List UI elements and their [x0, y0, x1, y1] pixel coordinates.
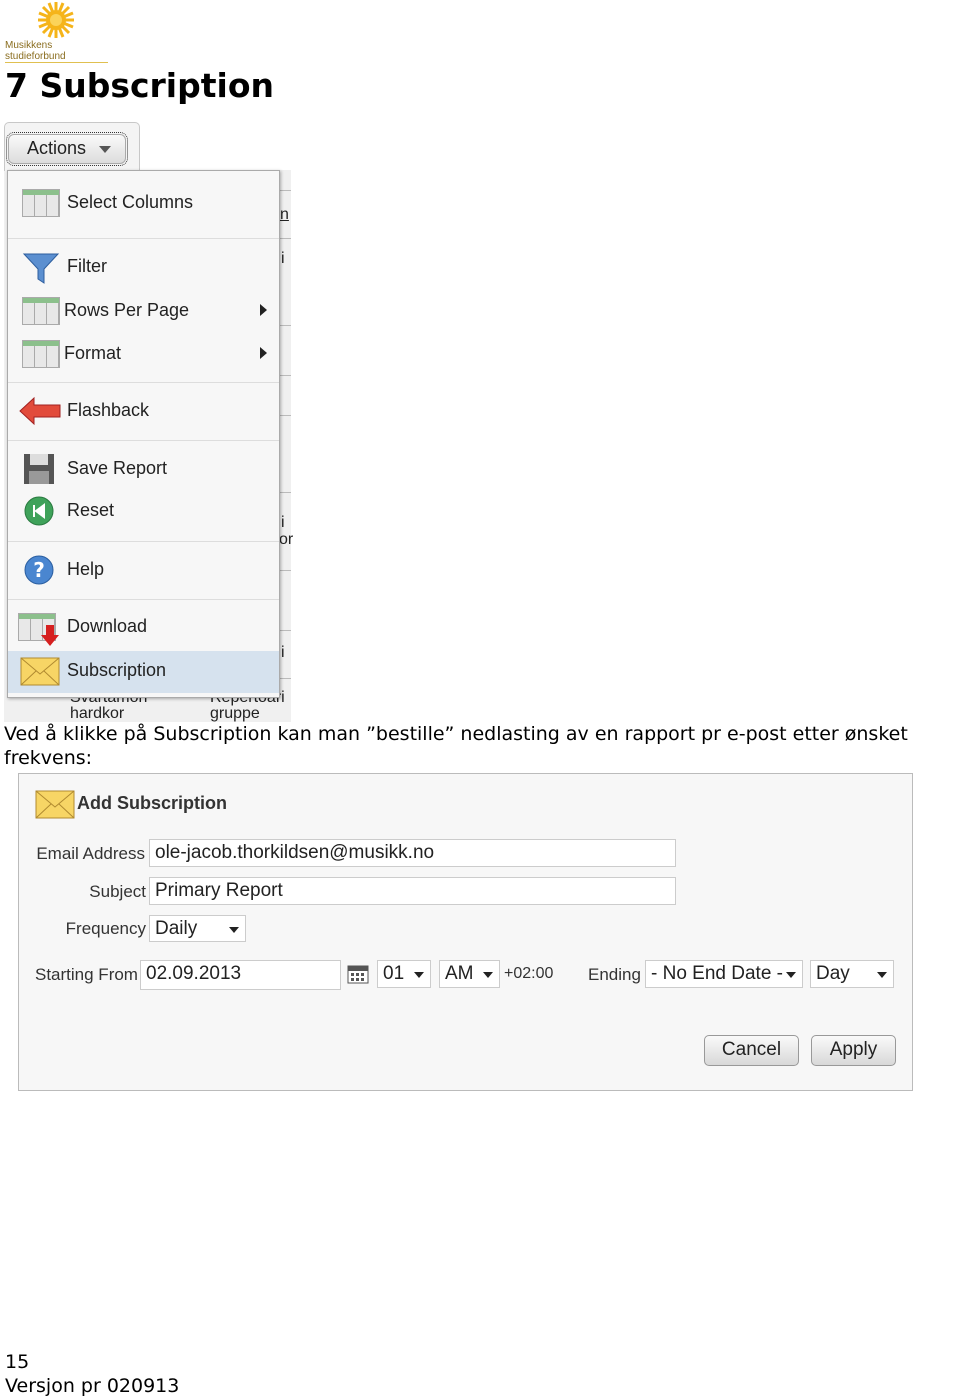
table-cell: i	[281, 250, 285, 267]
funnel-icon	[22, 251, 60, 284]
ending-unit-value: Day	[816, 963, 850, 984]
menu-item-label: Save Report	[67, 458, 168, 478]
menu-item-filter[interactable]: Filter	[8, 247, 279, 287]
hour-select[interactable]: 01	[377, 960, 431, 988]
frequency-value: Daily	[155, 918, 198, 939]
body-text: Ved å klikke på Subscription kan man ”be…	[4, 723, 908, 769]
version-text: Versjon pr 020913	[5, 1375, 180, 1397]
caret-down-icon	[786, 972, 796, 983]
ampm-value: AM	[445, 963, 474, 984]
email-label: Email Address	[36, 844, 145, 863]
apply-button[interactable]: Apply	[811, 1035, 896, 1066]
menu-item-label: Rows Per Page	[64, 300, 190, 320]
caret-down-icon	[229, 927, 239, 938]
menu-item-label: Filter	[67, 256, 107, 276]
menu-item-label: Format	[64, 343, 122, 363]
add-subscription-dialog: Add Subscription Email Address ole-jacob…	[18, 773, 913, 1091]
menu-item-label: Subscription	[67, 660, 167, 680]
hour-value: 01	[383, 963, 405, 984]
envelope-icon	[20, 657, 60, 689]
arrow-left-icon	[18, 395, 61, 427]
submenu-arrow-icon	[260, 347, 267, 359]
actions-label: Actions	[27, 138, 87, 158]
menu-item-format[interactable]: Format	[8, 334, 279, 374]
download-icon	[18, 611, 59, 646]
menu-item-label: Flashback	[67, 400, 150, 420]
menu-item-reset[interactable]: Reset	[8, 491, 279, 531]
menu-item-label: Select Columns	[67, 192, 194, 212]
ending-unit-select[interactable]: Day	[810, 960, 894, 988]
table-cell: i	[281, 514, 285, 531]
submenu-arrow-icon	[260, 304, 267, 316]
table-cell: i	[281, 644, 285, 661]
caret-down-icon	[483, 972, 493, 983]
table-cell: n	[280, 206, 289, 223]
ending-label: Ending	[588, 965, 641, 984]
logo	[38, 2, 74, 38]
menu-item-help[interactable]: ? Help	[8, 550, 279, 590]
menu-item-subscription[interactable]: Subscription	[8, 651, 279, 693]
menu-item-select-columns[interactable]: Select Columns	[8, 183, 279, 223]
caret-down-icon	[414, 972, 424, 983]
dialog-title: Add Subscription	[77, 793, 227, 813]
actions-dropdown-menu: Select Columns Filter Rows Per Page Form…	[7, 170, 280, 698]
timezone-label: +02:00	[504, 965, 554, 982]
envelope-icon	[35, 790, 75, 825]
menu-item-label: Reset	[67, 500, 115, 520]
help-icon: ?	[22, 554, 60, 586]
table-icon	[22, 338, 60, 370]
ampm-select[interactable]: AM	[439, 960, 500, 988]
table-columns-icon	[22, 187, 60, 219]
table-icon	[22, 295, 60, 327]
sun-logo-icon	[38, 2, 74, 38]
svg-text:?: ?	[33, 558, 45, 582]
start-date-field[interactable]: 02.09.2013	[140, 960, 341, 990]
subject-label: Subject	[89, 882, 146, 901]
floppy-disk-icon	[22, 453, 60, 485]
menu-item-download[interactable]: Download	[8, 607, 279, 647]
page-title: 7 Subscription	[5, 66, 274, 105]
table-cell: or	[279, 531, 294, 548]
menu-item-label: Help	[67, 559, 105, 579]
ending-select[interactable]: - No End Date -	[645, 960, 803, 988]
actions-menu-screenshot: n i i or i Svartamon hardkor Repertoari …	[4, 122, 294, 722]
menu-item-rows-per-page[interactable]: Rows Per Page	[8, 291, 279, 331]
starting-from-label: Starting From	[35, 965, 138, 984]
menu-item-label: Download	[67, 616, 148, 636]
email-field[interactable]: ole-jacob.thorkildsen@musikk.no	[149, 839, 676, 867]
actions-button[interactable]: Actions	[6, 132, 128, 166]
page-number: 15	[5, 1351, 30, 1373]
menu-item-flashback[interactable]: Flashback	[8, 391, 279, 431]
subject-field[interactable]: Primary Report	[149, 877, 676, 905]
cancel-button[interactable]: Cancel	[704, 1035, 799, 1066]
caret-down-icon	[877, 972, 887, 983]
reset-icon	[22, 495, 60, 527]
frequency-select[interactable]: Daily	[149, 915, 246, 942]
logo-text: Musikkens studieforbund	[5, 40, 108, 63]
calendar-icon[interactable]	[347, 962, 369, 989]
frequency-label: Frequency	[65, 919, 146, 938]
ending-value: - No End Date -	[651, 963, 783, 984]
caret-down-icon	[99, 146, 111, 159]
menu-item-save-report[interactable]: Save Report	[8, 449, 279, 489]
